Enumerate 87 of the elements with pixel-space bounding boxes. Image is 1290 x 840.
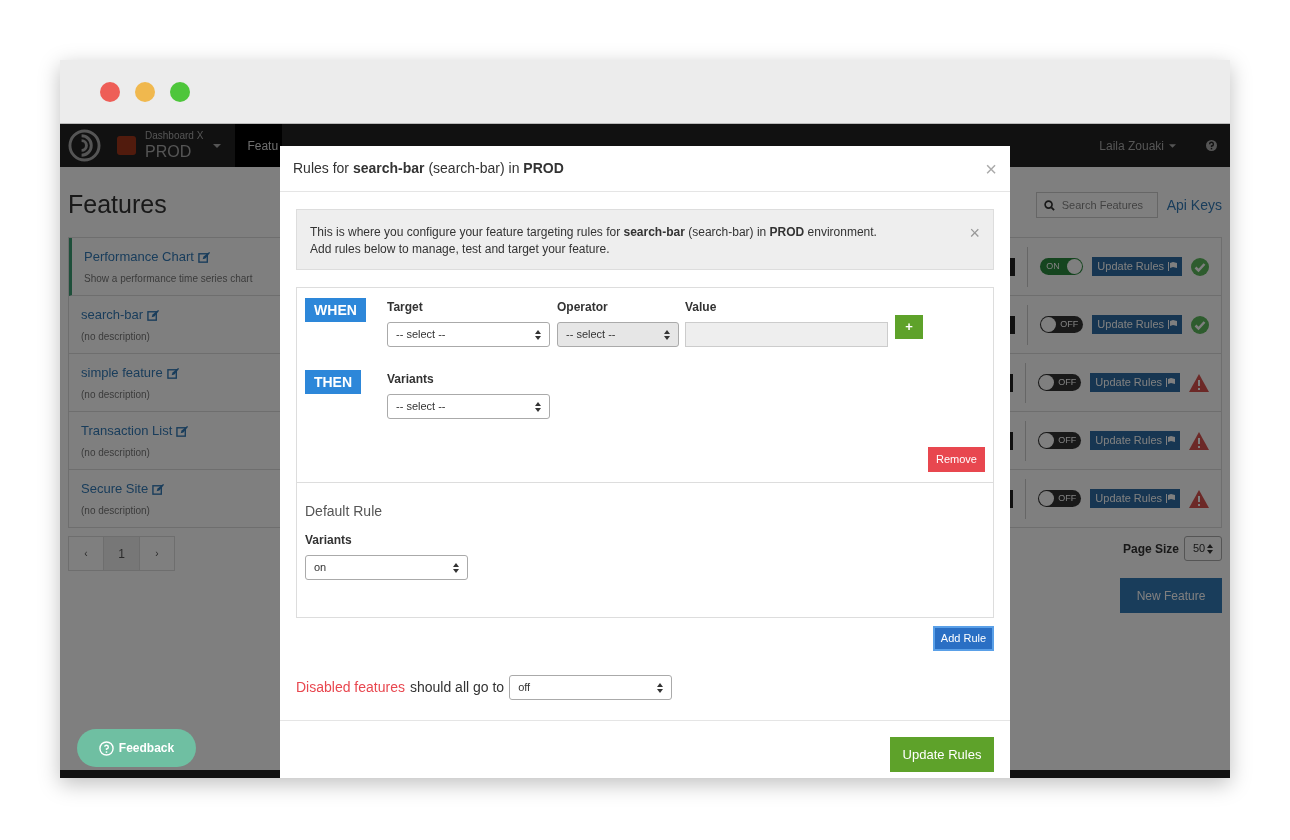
next-page-button[interactable]: › [140,537,174,570]
info-text: This is where you configure your feature targeting rules for search-bar (search-bar) in PROD environment. [310,224,878,241]
feature-description: (no description) [81,329,150,344]
edit-icon[interactable] [147,309,161,323]
toggle-switch[interactable]: OFF [1038,490,1082,507]
edit-icon[interactable] [152,483,166,497]
feedback-button[interactable]: Feedback [77,729,196,767]
warning-icon [1189,489,1209,508]
maximize-window-button[interactable] [170,81,190,102]
feature-name[interactable]: search-bar [81,307,144,323]
minimize-window-button[interactable] [135,81,155,102]
update-rules-button[interactable]: Update Rules [1092,257,1182,276]
feature-description: Show a performance time series chart [84,271,253,286]
toggle-switch[interactable]: OFF [1038,432,1082,449]
edit-icon[interactable] [197,251,211,265]
when-label: WHEN [305,298,366,322]
select-dropdown[interactable]: off [509,675,673,700]
select-dropdown[interactable]: -- select -- [387,394,550,419]
update-rules-button[interactable]: Update Rules [1092,315,1182,334]
check-circle-icon [1191,315,1209,334]
caret-icon [664,329,670,340]
flag-icon [1166,494,1175,503]
feature-description: (no description) [81,503,150,518]
feature-name[interactable]: Performance Chart [84,249,194,265]
help-icon[interactable] [1206,140,1217,151]
help-icon [98,740,114,756]
add-condition-button[interactable]: + [895,315,923,339]
toggle-switch[interactable]: OFF [1040,316,1084,333]
flag-icon [1166,436,1175,445]
close-button[interactable]: × [969,224,980,242]
previous-page-button[interactable]: ‹ [69,537,103,570]
flag-icon [1168,262,1177,271]
caret-icon [657,682,664,693]
caret-icon [535,401,541,412]
page-size-label: Page Size [1122,540,1179,558]
caret-icon [535,329,541,340]
info-text: Add rules below to manage, test and target your feature. [310,241,611,258]
warning-icon [1189,431,1209,450]
select-dropdown[interactable]: on [305,555,468,580]
disabled-features-text: should all go to [409,678,505,697]
select-dropdown[interactable]: 50 [1184,536,1222,561]
logo-icon [68,129,101,162]
caret-down-icon [213,143,222,148]
api-keys-link[interactable]: Api Keys [1166,194,1222,216]
section-heading: Default Rule [305,502,384,521]
search-field[interactable]: Search Features [1035,192,1158,218]
remove-button[interactable]: Remove [928,447,985,472]
close-button[interactable]: × [985,158,997,179]
update-rules-button[interactable]: Update Rules [890,737,994,772]
feature-name[interactable]: simple feature [81,365,163,381]
value-label: Value [685,299,718,316]
caret-icon [1207,543,1213,554]
feature-description: (no description) [81,387,150,402]
variants-label: Variants [387,371,435,388]
user-menu[interactable]: Laila Zouaki [1099,136,1176,155]
update-rules-button[interactable]: Update Rules [1090,373,1180,392]
toggle-switch[interactable]: OFF [1038,374,1082,391]
operator-label: Operator [557,299,609,316]
warning-icon [1189,373,1209,392]
feature-name[interactable]: Secure Site [81,481,149,497]
edit-icon[interactable] [166,367,180,381]
edit-icon[interactable] [176,425,190,439]
new-feature-button[interactable]: New Feature [1120,578,1222,613]
environment-color-icon [117,136,136,155]
select-dropdown[interactable]: -- select -- [387,322,550,347]
add-rule-button[interactable]: Add Rule [933,626,994,651]
close-window-button[interactable] [100,81,120,102]
dialog-title: Rules for search-bar (search-bar) in PROD [293,159,565,178]
search-icon [1043,200,1055,211]
feature-name[interactable]: Transaction List [81,423,173,439]
check-circle-icon [1191,257,1209,276]
environment-switcher[interactable]: Dashboard X PROD [145,131,222,160]
nav-tab[interactable]: Featu [235,124,283,167]
variants-label: Variants [305,532,353,549]
page-title: Features [68,189,168,221]
caret-down-icon [1169,143,1176,148]
feature-description: (no description) [81,445,150,460]
caret-icon [453,562,459,573]
flag-icon [1166,378,1175,387]
update-rules-button[interactable]: Update Rules [1090,489,1180,508]
target-label: Target [387,299,424,316]
value-field[interactable] [685,322,888,347]
toggle-switch[interactable]: ON [1040,258,1084,275]
update-rules-button[interactable]: Update Rules [1090,431,1180,450]
page-number-button[interactable]: 1 [103,537,140,570]
flag-icon [1168,320,1177,329]
then-label: THEN [305,370,361,394]
